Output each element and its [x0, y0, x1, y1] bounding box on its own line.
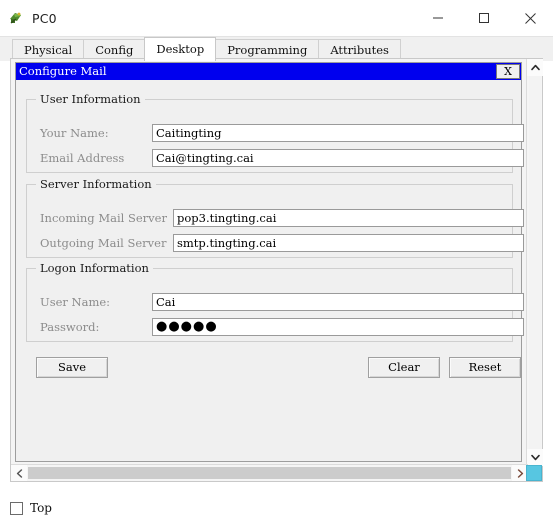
maximize-icon[interactable]: [461, 0, 507, 36]
email-address-label: Email Address: [40, 151, 125, 165]
user-name-input[interactable]: Cai: [152, 293, 524, 311]
tab-desktop[interactable]: Desktop: [144, 37, 217, 61]
password-row: Password: ●●●●●: [40, 318, 524, 336]
window-titlebar: PC0: [0, 0, 553, 36]
outgoing-mail-server-label: Outgoing Mail Server: [40, 236, 167, 250]
desktop-panel: Configure Mail X User Information Your N…: [10, 58, 543, 482]
your-name-input[interactable]: Caitingting: [152, 124, 524, 142]
password-input[interactable]: ●●●●●: [152, 318, 524, 336]
user-name-label: User Name:: [40, 295, 111, 309]
bottom-bar: Top: [0, 492, 553, 524]
clear-button[interactable]: Clear: [368, 357, 440, 378]
password-label: Password:: [40, 320, 100, 334]
vertical-scrollbar-track[interactable]: [529, 76, 541, 449]
server-information-group: Server Information Incoming Mail Server …: [26, 177, 524, 258]
configure-mail-titlebar: Configure Mail X: [16, 63, 521, 80]
chevron-left-icon[interactable]: [11, 465, 27, 481]
server-information-title: Server Information: [36, 177, 156, 191]
top-checkbox[interactable]: [10, 501, 23, 515]
minimize-icon[interactable]: [415, 0, 461, 36]
logon-information-title: Logon Information: [36, 261, 153, 275]
user-name-row: User Name: Cai: [40, 293, 524, 311]
user-information-group: User Information Your Name: Caitingting …: [26, 92, 524, 173]
outgoing-mail-server-input[interactable]: smtp.tingting.cai: [173, 234, 524, 252]
incoming-mail-server-input[interactable]: pop3.tingting.cai: [173, 209, 524, 227]
scrollbar-corner-resize[interactable]: [526, 465, 542, 481]
email-address-row: Email Address Cai@tingting.cai: [40, 149, 524, 167]
top-checkbox-label: Top: [30, 501, 52, 515]
chevron-down-icon[interactable]: [527, 449, 543, 466]
incoming-mail-server-row: Incoming Mail Server pop3.tingting.cai: [40, 209, 524, 227]
user-information-title: User Information: [36, 92, 145, 106]
horizontal-scrollbar[interactable]: [11, 464, 528, 481]
logon-information-group: Logon Information User Name: Cai Passwor…: [26, 261, 524, 342]
your-name-label: Your Name:: [40, 126, 109, 140]
save-button[interactable]: Save: [36, 357, 108, 378]
chevron-up-icon[interactable]: [527, 59, 543, 76]
horizontal-scrollbar-track[interactable]: [28, 467, 511, 479]
configure-mail-close-button[interactable]: X: [496, 64, 520, 79]
email-address-input[interactable]: Cai@tingting.cai: [152, 149, 524, 167]
incoming-mail-server-label: Incoming Mail Server: [40, 211, 167, 225]
your-name-row: Your Name: Caitingting: [40, 124, 524, 142]
configure-mail-window: Configure Mail X User Information Your N…: [15, 62, 524, 462]
window-title: PC0: [32, 10, 57, 26]
vertical-scrollbar[interactable]: [526, 59, 543, 466]
close-icon[interactable]: [507, 0, 553, 36]
window-controls: [415, 0, 553, 36]
router-pc-icon: [8, 10, 24, 26]
reset-button[interactable]: Reset: [449, 357, 521, 378]
configure-mail-body: User Information Your Name: Caitingting …: [16, 80, 524, 461]
outgoing-mail-server-row: Outgoing Mail Server smtp.tingting.cai: [40, 234, 524, 252]
configure-mail-title: Configure Mail: [19, 64, 107, 78]
